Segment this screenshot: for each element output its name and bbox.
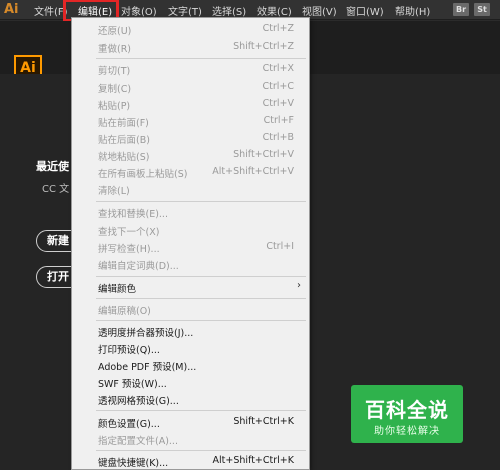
stock-button[interactable]: St (474, 3, 490, 16)
menu-item-paste-in-place[interactable]: 就地粘贴(S) Shift+Ctrl+V (72, 146, 309, 164)
menu-item-clear[interactable]: 清除(L) (72, 180, 309, 198)
menu-item-color-settings[interactable]: 颜色设置(G)... Shift+Ctrl+K (72, 413, 309, 431)
watermark-title: 百科全说 (365, 398, 449, 422)
menu-item-flattener-presets[interactable]: 透明度拼合器预设(J)... (72, 322, 309, 340)
menu-item-find-replace[interactable]: 查找和替换(E)... (72, 203, 309, 221)
menu-item-custom-dictionary[interactable]: 编辑自定词典(D)... (72, 255, 309, 273)
menu-item-print-presets[interactable]: 打印预设(Q)... (72, 339, 309, 357)
app-logo: Ai (4, 2, 19, 17)
menu-item-cut[interactable]: 剪切(T) Ctrl+X (72, 60, 309, 78)
menu-item-pdf-presets[interactable]: Adobe PDF 预设(M)... (72, 356, 309, 374)
bridge-button[interactable]: Br (453, 3, 469, 16)
menu-item-paste-in-back[interactable]: 贴在后面(B) Ctrl+B (72, 129, 309, 147)
menu-view[interactable]: 视图(V) (302, 3, 337, 18)
menu-object[interactable]: 对象(O) (121, 3, 157, 18)
menu-separator (96, 410, 306, 411)
menu-item-swf-presets[interactable]: SWF 预设(W)... (72, 373, 309, 391)
menu-separator (96, 450, 306, 451)
menu-separator (96, 58, 306, 59)
menu-separator (96, 276, 306, 277)
edit-menu: 还原(U) Ctrl+Z 重做(R) Shift+Ctrl+Z 剪切(T) Ct… (71, 17, 310, 470)
menu-item-edit-colors[interactable]: 编辑颜色 › (72, 278, 309, 296)
menu-separator (96, 298, 306, 299)
menu-item-edit-original[interactable]: 编辑原稿(O) (72, 300, 309, 318)
menu-item-spell-check[interactable]: 拼写检查(H)... Ctrl+I (72, 238, 309, 256)
menu-item-paste-in-front[interactable]: 贴在前面(F) Ctrl+F (72, 112, 309, 130)
menu-type[interactable]: 文字(T) (168, 3, 202, 18)
menu-item-keyboard-shortcuts[interactable]: 键盘快捷键(K)... Alt+Shift+Ctrl+K (72, 452, 309, 470)
menu-item-redo[interactable]: 重做(R) Shift+Ctrl+Z (72, 38, 309, 56)
chevron-right-icon: › (297, 280, 301, 291)
menu-item-perspective-grid-presets[interactable]: 透视网格预设(G)... (72, 390, 309, 408)
recent-title: 最近使 (36, 160, 69, 173)
menu-help[interactable]: 帮助(H) (395, 3, 430, 18)
menu-item-find-next[interactable]: 查找下一个(X) (72, 221, 309, 239)
menu-window[interactable]: 窗口(W) (346, 3, 384, 18)
menu-effect[interactable]: 效果(C) (257, 3, 292, 18)
menu-select[interactable]: 选择(S) (212, 3, 246, 18)
menu-item-copy[interactable]: 复制(C) Ctrl+C (72, 78, 309, 96)
menu-item-paste[interactable]: 粘贴(P) Ctrl+V (72, 95, 309, 113)
menu-separator (96, 201, 306, 202)
watermark-badge: 百科全说 助你轻松解决 (351, 385, 463, 443)
menu-item-paste-all-artboards[interactable]: 在所有画板上粘贴(S) Alt+Shift+Ctrl+V (72, 163, 309, 181)
watermark-subtitle: 助你轻松解决 (374, 426, 440, 437)
menu-separator (96, 320, 306, 321)
menu-item-undo[interactable]: 还原(U) Ctrl+Z (72, 20, 309, 38)
menu-item-assign-profile[interactable]: 指定配置文件(A)... (72, 430, 309, 448)
recent-subtitle: CC 文 (42, 184, 70, 195)
